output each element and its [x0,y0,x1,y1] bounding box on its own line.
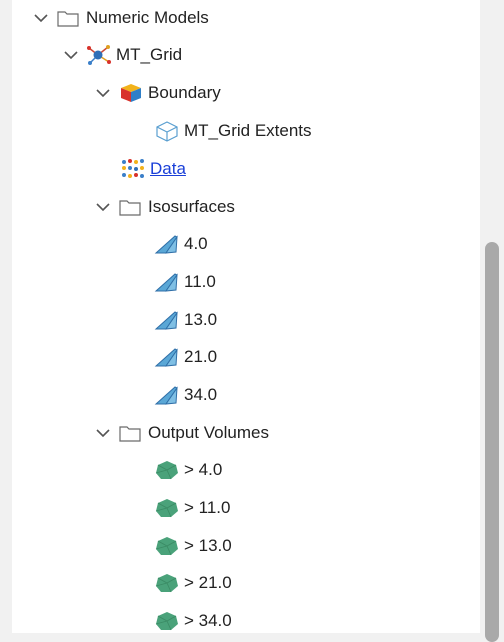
tree-node-output-volumes[interactable]: Output Volumes [94,415,269,451]
tree-node-label: MT_Grid [116,45,183,64]
chevron-down-icon[interactable] [94,84,112,102]
tree-node-label: 11.0 [184,272,216,291]
folder-icon [119,426,141,442]
isosurface-icon [154,386,178,405]
volume-icon [155,574,178,593]
volume-icon [155,537,178,556]
chevron-down-icon[interactable] [32,9,50,27]
chevron-down-icon[interactable] [94,198,112,216]
tree-node-label: Output Volumes [148,423,269,442]
tree-node-label: Boundary [148,83,221,102]
project-tree: Numeric Models MT_Grid Boundary MT_Grid … [12,0,480,633]
boundary-box-icon [121,84,141,102]
tree-node-volume[interactable]: > 4.0 [154,452,222,488]
scrollbar-thumb[interactable] [485,242,499,642]
tree-node-isosurface[interactable]: 21.0 [154,339,217,375]
tree-node-isosurface[interactable]: 34.0 [154,377,217,413]
tree-node-label: > 34.0 [184,611,232,630]
tree-node-label: > 4.0 [184,460,223,479]
tree-node-label: 34.0 [184,385,218,404]
tree-node-label: 21.0 [184,347,218,366]
tree-node-volume[interactable]: > 11.0 [154,490,230,526]
grid-model-icon [87,45,111,65]
wireframe-cube-icon [156,121,178,142]
isosurface-icon [154,311,178,330]
tree-node-label: Isosurfaces [148,197,235,216]
volume-icon [155,612,178,631]
tree-node-mt-grid-extents[interactable]: MT_Grid Extents [154,113,312,149]
folder-icon [119,200,141,216]
tree-node-numeric-models[interactable]: Numeric Models [32,0,209,36]
tree-node-isosurface[interactable]: 4.0 [154,226,208,262]
isosurface-icon [154,235,178,254]
volume-icon [155,461,178,480]
tree-node-volume[interactable]: > 34.0 [154,603,232,633]
tree-node-mt-grid[interactable]: MT_Grid [62,37,182,73]
tree-node-label: > 13.0 [184,536,232,555]
chevron-down-icon[interactable] [94,424,112,442]
tree-node-data[interactable]: Data [120,151,186,187]
tree-node-volume[interactable]: > 13.0 [154,528,232,564]
tree-node-isosurfaces[interactable]: Isosurfaces [94,189,235,225]
tree-node-boundary[interactable]: Boundary [94,75,221,111]
chevron-down-icon[interactable] [62,46,80,64]
tree-node-label: 4.0 [184,234,208,253]
data-link[interactable]: Data [150,159,186,179]
volume-icon [155,499,178,518]
tree-node-label: > 21.0 [184,573,232,592]
tree-node-isosurface[interactable]: 11.0 [154,264,216,300]
tree-node-isosurface[interactable]: 13.0 [154,302,217,338]
isosurface-icon [154,348,178,367]
isosurface-icon [154,273,178,292]
folder-icon [57,11,79,27]
tree-node-label: Numeric Models [86,8,209,27]
data-points-icon [122,159,144,178]
tree-node-volume[interactable]: > 21.0 [154,565,232,601]
tree-node-label: 13.0 [184,310,218,329]
tree-node-label: MT_Grid Extents [184,121,312,140]
tree-node-label: > 11.0 [184,498,231,517]
